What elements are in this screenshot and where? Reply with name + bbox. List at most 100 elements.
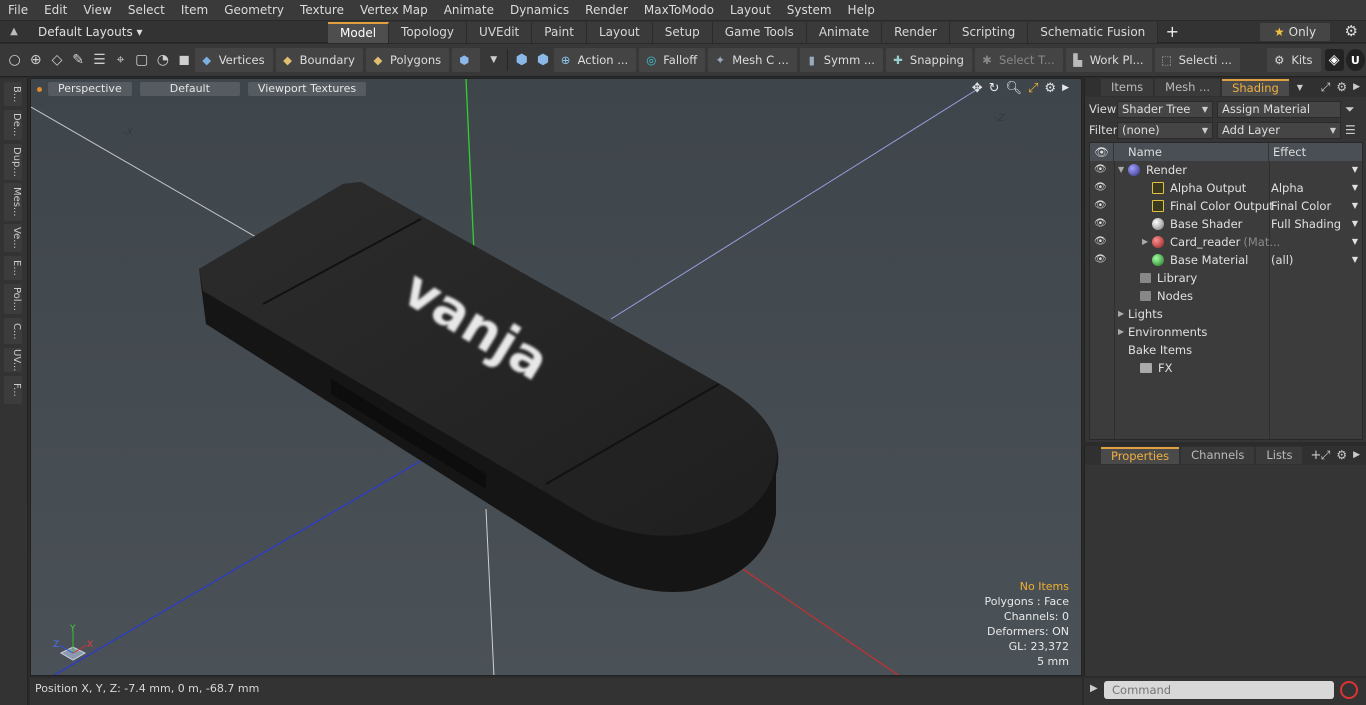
layout-tab-layout[interactable]: Layout <box>586 21 653 43</box>
chevron-right-icon[interactable]: ▶ <box>1142 233 1148 251</box>
menu-item-render[interactable]: Render <box>577 0 636 21</box>
chevron-right-icon[interactable]: ▶ <box>1118 305 1124 323</box>
layout-expand-icon[interactable]: ▲ <box>0 26 28 37</box>
only-toggle[interactable]: ★ Only <box>1260 23 1330 41</box>
symmetry-cube-alt-icon[interactable]: ⬢ <box>533 49 552 71</box>
selection-sets-button[interactable]: ⬚ Selecti ... <box>1154 48 1240 72</box>
tree-row[interactable]: 👁︎ Alpha Output Alpha ▼ <box>1090 179 1362 197</box>
viewport-settings-icon[interactable]: ⚙ <box>1044 81 1056 96</box>
layout-tab-render[interactable]: Render <box>882 21 950 43</box>
timer-icon[interactable]: ◔ <box>153 49 172 71</box>
circle-select-icon[interactable]: ○ <box>5 49 24 71</box>
panel-expand-icon[interactable]: ⤢ <box>1321 80 1331 95</box>
left-strip-tab[interactable]: F... <box>4 376 22 404</box>
left-strip-tab[interactable]: Pol... <box>4 284 22 314</box>
center-icon[interactable]: ⌖ <box>111 49 130 71</box>
viewport-textures-dropdown[interactable]: Viewport Textures <box>247 82 367 96</box>
menu-item-animate[interactable]: Animate <box>436 0 502 21</box>
properties-tab-channels[interactable]: Channels <box>1181 447 1255 464</box>
effect-column-header[interactable]: Effect <box>1269 143 1306 161</box>
tree-row[interactable]: 👁︎ Final Color Output Final Color ▼ <box>1090 197 1362 215</box>
name-column-header[interactable]: Name <box>1114 143 1269 161</box>
left-strip-tab[interactable]: E... <box>4 256 22 280</box>
effect-dropdown[interactable]: Final Color ▼ <box>1271 197 1361 215</box>
select-through-button[interactable]: ✱ Select T... <box>974 48 1063 72</box>
item-mode-icon[interactable]: ◼ <box>175 49 194 71</box>
polygons-button[interactable]: ◆ Polygons <box>365 48 450 72</box>
left-strip-tab[interactable]: UV... <box>4 348 22 372</box>
menu-item-vertex-map[interactable]: Vertex Map <box>352 0 436 21</box>
properties-tab-properties[interactable]: Properties <box>1101 447 1180 464</box>
assign-material-button[interactable]: Assign Material <box>1217 100 1341 118</box>
effect-dropdown[interactable]: Full Shading ▼ <box>1271 215 1361 233</box>
shading-tab-mesh[interactable]: Mesh ... <box>1155 79 1221 96</box>
boundary-button[interactable]: ◆ Boundary <box>275 48 363 72</box>
viewport-expand-icon[interactable]: ▶ <box>1062 81 1069 96</box>
view-type-dropdown[interactable]: Perspective <box>48 82 132 96</box>
eye-icon[interactable]: 👁︎ <box>1094 233 1110 251</box>
tree-row[interactable]: Library <box>1090 269 1362 287</box>
left-strip-tab[interactable]: Dup... <box>4 144 22 180</box>
zoom-icon[interactable]: 🔍︎ <box>1006 81 1023 96</box>
material-mode-button[interactable]: ⬢ <box>452 48 481 72</box>
effect-dropdown[interactable]: (all) ▼ <box>1271 251 1361 269</box>
eye-icon[interactable]: 👁︎ <box>1094 161 1110 179</box>
menu-item-item[interactable]: Item <box>173 0 216 21</box>
properties-arrow-icon[interactable]: ▶ <box>1353 448 1360 463</box>
add-tab-icon[interactable]: + <box>1158 22 1186 42</box>
list-menu-icon[interactable]: ☰ <box>1345 123 1356 137</box>
menu-item-maxtomodo[interactable]: MaxToModo <box>636 0 722 21</box>
work-plane-button[interactable]: ▙ Work Pl... <box>1065 48 1152 72</box>
tree-row[interactable]: 👁︎ ▼ Render ▼ <box>1090 161 1362 179</box>
fit-view-icon[interactable]: ⤢ <box>1028 81 1038 96</box>
tree-row[interactable]: ▶ Lights <box>1090 305 1362 323</box>
default-layouts-dropdown[interactable]: Default Layouts ▾ <box>28 25 328 39</box>
tree-row[interactable]: 👁︎ ▶ Card_reader (Mat... ▼ <box>1090 233 1362 251</box>
unity-icon[interactable]: ◈ <box>1324 49 1344 71</box>
menu-item-edit[interactable]: Edit <box>36 0 75 21</box>
layout-tab-scripting[interactable]: Scripting <box>949 21 1029 43</box>
layout-tab-model[interactable]: Model <box>328 21 390 43</box>
panel-gear-icon[interactable]: ⚙ <box>1336 80 1347 95</box>
menu-item-help[interactable]: Help <box>840 0 883 21</box>
tree-row[interactable]: ▶ Environments <box>1090 323 1362 341</box>
layout-tab-topology[interactable]: Topology <box>389 21 468 43</box>
menu-item-view[interactable]: View <box>75 0 119 21</box>
layout-tab-setup[interactable]: Setup <box>652 21 713 43</box>
command-expand-icon[interactable]: ▶ <box>1090 683 1098 694</box>
tree-row[interactable]: FX <box>1090 359 1362 377</box>
menu-item-geometry[interactable]: Geometry <box>216 0 292 21</box>
left-strip-tab[interactable]: Mes... <box>4 183 22 221</box>
mesh-constraints-button[interactable]: ✦ Mesh C ... <box>708 48 797 72</box>
menu-item-dynamics[interactable]: Dynamics <box>502 0 577 21</box>
viewport-menu-dot[interactable] <box>37 86 42 92</box>
menu-item-file[interactable]: File <box>0 0 36 21</box>
eye-icon[interactable]: 👁︎ <box>1094 215 1110 233</box>
tree-row[interactable]: 👁︎ Base Shader Full Shading ▼ <box>1090 215 1362 233</box>
left-strip-tab[interactable]: C... <box>4 318 22 344</box>
shading-tab-shading[interactable]: Shading <box>1222 79 1289 96</box>
shading-mode-dropdown[interactable]: Default <box>139 82 240 96</box>
shading-tab-items[interactable]: Items <box>1101 79 1154 96</box>
globe-icon[interactable]: ⊕ <box>26 49 45 71</box>
box-select-icon[interactable]: ▢ <box>132 49 151 71</box>
chevron-down-icon[interactable]: ▼ <box>1118 161 1124 179</box>
eye-icon[interactable]: 👁︎ <box>1094 251 1110 269</box>
menu-item-select[interactable]: Select <box>120 0 173 21</box>
tree-row[interactable]: 👁︎ Base Material (all) ▼ <box>1090 251 1362 269</box>
left-strip-tab[interactable]: B... <box>4 82 22 106</box>
layout-tab-game-tools[interactable]: Game Tools <box>712 21 807 43</box>
menu-item-layout[interactable]: Layout <box>722 0 779 21</box>
filter-dropdown[interactable]: (none) ▼ <box>1117 121 1213 139</box>
effect-dropdown[interactable]: Alpha ▼ <box>1271 179 1361 197</box>
symmetry-button[interactable]: ▮ Symm ... <box>799 48 883 72</box>
properties-expand-icon[interactable]: ⤢ <box>1321 448 1331 463</box>
symmetry-cube-icon[interactable]: ⬢ <box>512 49 531 71</box>
command-input[interactable] <box>1104 681 1334 699</box>
chevron-down-icon[interactable]: ▼ <box>1297 83 1303 92</box>
gear-icon[interactable]: ⚙ <box>1345 22 1358 40</box>
align-icon[interactable]: ☰ <box>90 49 109 71</box>
properties-gear-icon[interactable]: ⚙ <box>1336 448 1347 463</box>
snapping-button[interactable]: ✚ Snapping <box>885 48 972 72</box>
eye-icon[interactable]: 👁︎ <box>1094 179 1110 197</box>
